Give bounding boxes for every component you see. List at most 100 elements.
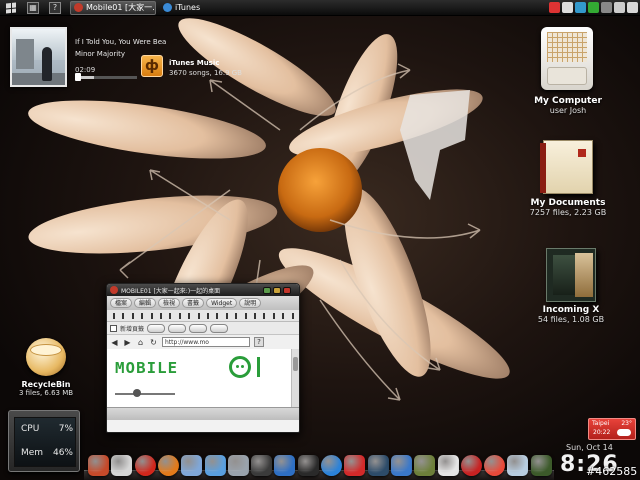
tray-icon[interactable] — [614, 2, 625, 13]
browser-titlebar[interactable]: MOBILE01 [大家一起來:)一起的桌面 — [107, 284, 299, 296]
toolbar-button[interactable] — [168, 323, 187, 333]
taskbar-item-mobile01[interactable]: Mobile01 [大家一... — [70, 0, 156, 15]
mobile01-logo-fork-icon — [257, 357, 260, 377]
desktop-icon-recycle-bin[interactable]: RecycleBin 3 files, 6.63 MB — [10, 380, 82, 397]
show-desktop-icon[interactable]: ▦ — [27, 1, 39, 14]
toolbar-button[interactable] — [189, 323, 208, 333]
clown-icon[interactable] — [484, 455, 506, 476]
mail-icon[interactable] — [181, 455, 203, 476]
help-icon[interactable]: ? — [49, 1, 61, 14]
opera-icon — [74, 3, 83, 12]
new-tab-checkbox[interactable] — [110, 324, 117, 332]
playback-progress[interactable] — [75, 76, 137, 79]
finder-icon[interactable] — [111, 455, 133, 476]
toolbar-button[interactable] — [147, 323, 166, 333]
forward-icon[interactable]: ▶ — [123, 338, 132, 347]
toolbar-tick — [282, 313, 285, 319]
reload-icon[interactable]: ↻ — [149, 338, 158, 347]
folder-icon[interactable] — [274, 455, 296, 476]
browser-page[interactable]: MOBILE — [107, 349, 299, 407]
tray-icon[interactable] — [562, 2, 573, 13]
browser-menu-item[interactable]: 書籤 — [182, 298, 205, 308]
desktop-icon-my-computer[interactable]: My Computer user Josh — [528, 96, 608, 115]
desktop-icon-label: RecycleBin — [21, 380, 71, 389]
back-icon[interactable]: ◀ — [110, 338, 119, 347]
taskbar-item-itunes[interactable]: iTunes — [160, 1, 246, 15]
mobile01-logo: MOBILE — [115, 359, 179, 377]
game-icon[interactable] — [530, 455, 552, 476]
opera-icon[interactable] — [134, 455, 156, 476]
zoom-slider-handle[interactable] — [133, 389, 141, 397]
mobile01-logo-face-icon — [229, 356, 251, 378]
recycle-bin-icon[interactable] — [26, 338, 66, 376]
toolbar-tick — [272, 313, 275, 319]
tray-icon[interactable] — [588, 2, 599, 13]
home-icon[interactable]: ⌂ — [136, 338, 145, 347]
itunes-icon — [163, 3, 172, 12]
sailboat-icon[interactable] — [507, 455, 529, 476]
now-playing-artist: Minor Majority — [75, 50, 126, 58]
clock-date: Sun, Oct 14 — [566, 443, 613, 452]
browser-menu-item[interactable]: 說明 — [239, 298, 262, 308]
toolbar-tick — [197, 313, 200, 319]
tray-icon[interactable] — [601, 2, 612, 13]
mem-row: Mem 46% — [21, 448, 73, 458]
minimize-button[interactable] — [263, 286, 271, 294]
toolbar-tick — [122, 313, 125, 319]
close-button[interactable] — [283, 286, 291, 294]
start-button[interactable] — [0, 0, 22, 16]
desktop-icon-incoming[interactable]: Incoming X 54 files, 1.08 GB — [531, 305, 611, 324]
wolf-icon[interactable] — [227, 455, 249, 476]
address-go-button[interactable]: ? — [254, 337, 264, 347]
browser-menu-item[interactable]: 檢視 — [158, 298, 181, 308]
chat-icon[interactable] — [437, 455, 459, 476]
pdf-icon[interactable] — [344, 455, 366, 476]
toolbar-button[interactable] — [210, 323, 229, 333]
my-computer-icon[interactable] — [541, 27, 593, 90]
browser-toolbar-strip — [107, 310, 299, 322]
vertical-scrollbar[interactable] — [291, 349, 299, 407]
toolbar-tick — [169, 313, 172, 319]
browser-menu-item[interactable]: 編輯 — [134, 298, 157, 308]
cpu-meter-gadget[interactable]: CPU 7% Mem 46% — [8, 410, 80, 472]
address-field[interactable]: http://www.mo — [162, 337, 250, 347]
album-art[interactable] — [10, 27, 67, 87]
itunes-music-label: iTunes Music — [169, 59, 220, 67]
incoming-folder-icon[interactable] — [546, 248, 596, 302]
terminal-icon[interactable] — [367, 455, 389, 476]
zoom-slider-track[interactable] — [115, 393, 175, 395]
windows-logo-icon — [6, 1, 16, 14]
tools-icon[interactable] — [414, 455, 436, 476]
hammer-app-icon[interactable] — [88, 455, 109, 476]
toolbar-tick — [244, 313, 247, 319]
browser-title: MOBILE01 [大家一起來:)一起的桌面 — [121, 287, 221, 295]
media-player-icon[interactable] — [321, 455, 342, 476]
maximize-button[interactable] — [273, 286, 281, 294]
firefox-icon[interactable] — [157, 455, 179, 476]
browser-menu-item[interactable]: Widget — [206, 298, 238, 308]
browser-window[interactable]: MOBILE01 [大家一起來:)一起的桌面 檔案 編輯 檢視 書籤 Widget 說明 … — [106, 283, 300, 433]
toolbar-tick — [216, 313, 219, 319]
feather-icon[interactable] — [390, 455, 412, 476]
desktop-icon-my-documents[interactable]: My Documents 7257 files, 2.23 GB — [528, 198, 608, 217]
tray-icon[interactable] — [549, 2, 560, 13]
desktop-icon-sub: user Josh — [549, 106, 587, 115]
tray-icon[interactable] — [627, 2, 638, 13]
weather-gadget[interactable]: Taipei 23° 20:22 — [588, 418, 636, 440]
messenger-icon[interactable] — [204, 455, 226, 476]
opera-icon — [110, 286, 118, 294]
taskbar-item-label: iTunes — [175, 3, 201, 12]
cpu-value: 7% — [58, 424, 73, 434]
weather-city: Taipei — [592, 420, 610, 427]
phone-icon[interactable] — [251, 455, 273, 476]
tray-icon[interactable] — [575, 2, 586, 13]
my-documents-icon[interactable] — [540, 140, 593, 194]
itunes-music-icon[interactable]: ф — [141, 55, 163, 77]
taskbar-item-label: Mobile01 [大家一... — [86, 3, 156, 12]
itunes-dock-icon[interactable] — [460, 455, 482, 476]
taskbar: ▦ ? Mobile01 [大家一... iTunes — [0, 0, 640, 16]
browser-menu-item[interactable]: 檔案 — [110, 298, 133, 308]
playback-handle[interactable] — [75, 73, 81, 81]
cpu-label: CPU — [21, 424, 40, 434]
clapper-icon[interactable] — [297, 455, 319, 476]
